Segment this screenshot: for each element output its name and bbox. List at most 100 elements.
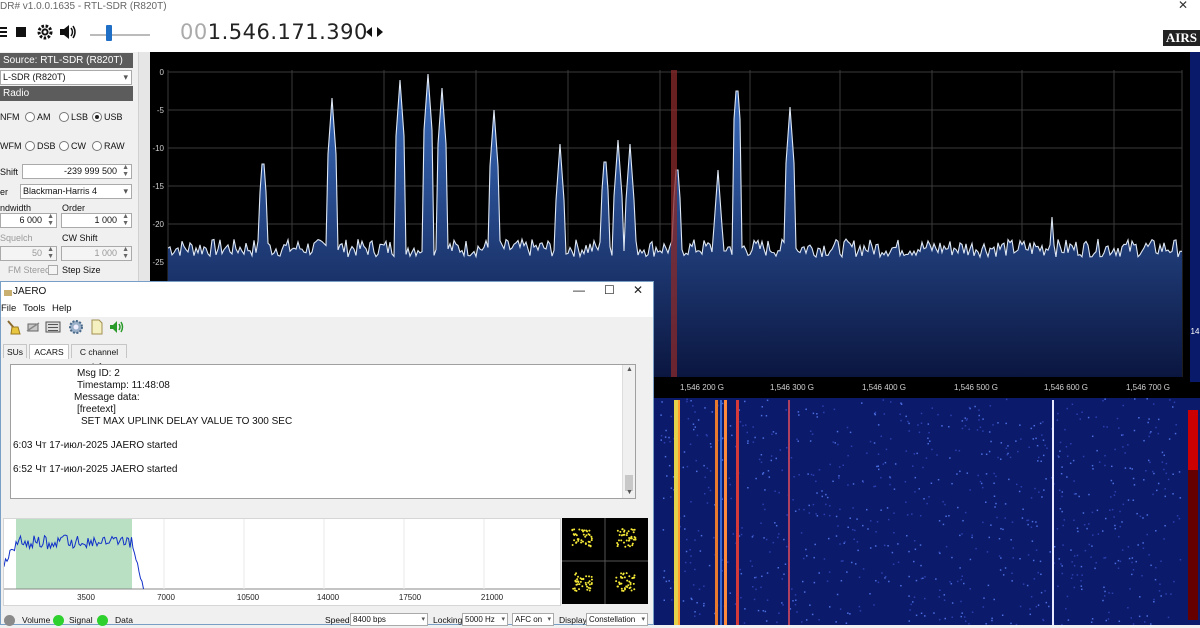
waterfall-speck [1034, 487, 1036, 490]
log-scrollbar[interactable]: ▲ ▼ [622, 365, 635, 498]
display-combo[interactable]: Constellation ▾ [586, 613, 648, 626]
waterfall-speck [988, 431, 991, 433]
cw-shift-input[interactable]: 1 000 ▲ ▼ [61, 246, 132, 261]
waterfall-speck [882, 463, 885, 465]
keyboard-icon[interactable] [45, 319, 61, 335]
speed-combo[interactable]: 8400 bps ▾ [350, 613, 428, 626]
scroll-up-icon[interactable]: ▲ [626, 366, 633, 373]
source-combo[interactable]: L-SDR (R820T) ▾ [0, 70, 132, 85]
menu-help[interactable]: Help [52, 303, 72, 314]
order-input[interactable]: 1 000 ▲ ▼ [61, 213, 132, 228]
mode-radio-dsb[interactable] [25, 141, 35, 151]
audio-spectrum-plot[interactable]: 3500 7000 10500 14000 17500 21000 [3, 518, 561, 606]
speaker-icon[interactable] [109, 319, 125, 335]
constellation-point [623, 587, 626, 590]
gear-icon[interactable] [68, 319, 84, 335]
waterfall-speck [994, 506, 996, 508]
jaero-window: JAERO — ☐ ✕ File Tools Help SUs ACARS C … [0, 281, 654, 626]
waterfall-speck [828, 571, 831, 573]
waterfall-speck [908, 595, 910, 597]
broom-icon[interactable] [5, 319, 21, 335]
waterfall-speck [1131, 573, 1133, 576]
waterfall-speck [1012, 547, 1015, 549]
document-icon[interactable] [89, 319, 105, 335]
stop-icon[interactable] [12, 22, 30, 42]
waterfall-speck [961, 427, 964, 430]
waterfall-speck [850, 445, 853, 448]
menu-file[interactable]: File [1, 303, 16, 314]
mode-radio-cw[interactable] [59, 141, 69, 151]
menu-tools[interactable]: Tools [23, 303, 45, 314]
waterfall-speck [739, 421, 742, 423]
scroll-down-icon[interactable]: ▼ [626, 489, 633, 496]
waterfall-speck [1061, 565, 1063, 567]
waterfall-speck [827, 537, 830, 540]
speaker-icon[interactable] [58, 22, 76, 42]
waterfall-speck [961, 575, 963, 577]
waterfall-speck [858, 576, 861, 579]
volume-slider-track[interactable] [90, 34, 150, 36]
spinner-icon[interactable]: ▲ ▼ [122, 213, 129, 227]
waterfall-speck [695, 459, 697, 462]
maximize-button[interactable]: ☐ [604, 283, 615, 297]
shift-input[interactable]: -239 999 500 ▲ ▼ [22, 164, 132, 179]
waterfall-speck [775, 432, 777, 435]
waterfall-speck [1031, 540, 1034, 542]
tab-c-channel-info[interactable]: C channel info [71, 344, 127, 371]
mode-radio-raw[interactable] [92, 141, 102, 151]
tune-arrows-icon[interactable] [366, 25, 384, 42]
waterfall-colorbar-top [1188, 410, 1198, 470]
source-header[interactable]: Source: RTL-SDR (R820T) [0, 53, 133, 68]
mode-radio-am[interactable] [25, 112, 35, 122]
spinner-icon[interactable]: ▲ ▼ [122, 246, 129, 260]
radio-header[interactable]: Radio [0, 86, 133, 101]
waterfall-speck [1113, 516, 1115, 518]
waterfall-speck [1039, 422, 1042, 425]
afc-combo[interactable]: AFC on ▾ [512, 613, 554, 626]
waterfall-speck [1015, 440, 1017, 442]
waterfall-speck [1122, 503, 1125, 506]
waterfall-speck [1167, 478, 1170, 481]
waterfall-speck [846, 571, 848, 573]
satellite-icon[interactable] [25, 319, 41, 335]
waterfall-speck [1080, 565, 1083, 568]
spinner-icon[interactable]: ▲ ▼ [122, 164, 129, 178]
waterfall-speck [704, 407, 706, 409]
tab-sus[interactable]: SUs [3, 344, 27, 358]
mode-label-dsb: DSB [37, 141, 56, 151]
waterfall-speck [859, 610, 862, 612]
waterfall-speck [1009, 456, 1012, 459]
waterfall-speck [1062, 524, 1064, 527]
constellation-point [627, 584, 630, 587]
spinner-icon[interactable]: ▲ ▼ [47, 213, 54, 227]
waterfall-speck [1167, 616, 1170, 619]
mode-radio-usb[interactable] [92, 112, 102, 122]
close-button[interactable]: ✕ [633, 283, 643, 297]
locking-combo[interactable]: 5000 Hz ▾ [462, 613, 508, 626]
waterfall-speck [786, 545, 788, 548]
bandwidth-input[interactable]: 6 000 ▲ ▼ [0, 213, 57, 228]
minimize-button[interactable]: — [573, 283, 585, 297]
chevron-down-icon: ▾ [421, 616, 425, 623]
tab-acars[interactable]: ACARS [29, 344, 69, 359]
waterfall-speck [1130, 617, 1133, 619]
constellation-point [622, 541, 625, 544]
spinner-icon[interactable]: ▲ ▼ [47, 246, 54, 260]
acars-message-log[interactable]: Msg ID: 2 Timestamp: 11:48:08 Message da… [10, 364, 636, 499]
plot-tick-label: 10500 [237, 593, 260, 602]
menu-icon[interactable] [0, 22, 12, 42]
frequency-display[interactable]: 001.546.171.390 [180, 20, 368, 44]
fm-stereo-checkbox[interactable] [48, 265, 58, 275]
waterfall-speck [1152, 493, 1154, 496]
waterfall-speck [752, 441, 755, 443]
volume-slider-thumb[interactable] [106, 25, 112, 41]
jaero-tab-bar: SUs ACARS C channel info [1, 344, 653, 371]
gear-icon[interactable] [36, 22, 54, 42]
squelch-input[interactable]: 50 ▲ ▼ [0, 246, 57, 261]
close-button[interactable]: ✕ [1178, 0, 1188, 12]
waterfall-speck [966, 472, 969, 474]
mode-radio-lsb[interactable] [59, 112, 69, 122]
filter-combo[interactable]: Blackman-Harris 4 ▾ [20, 184, 132, 199]
waterfall-speck [1164, 495, 1167, 498]
waterfall-speck [669, 496, 672, 498]
